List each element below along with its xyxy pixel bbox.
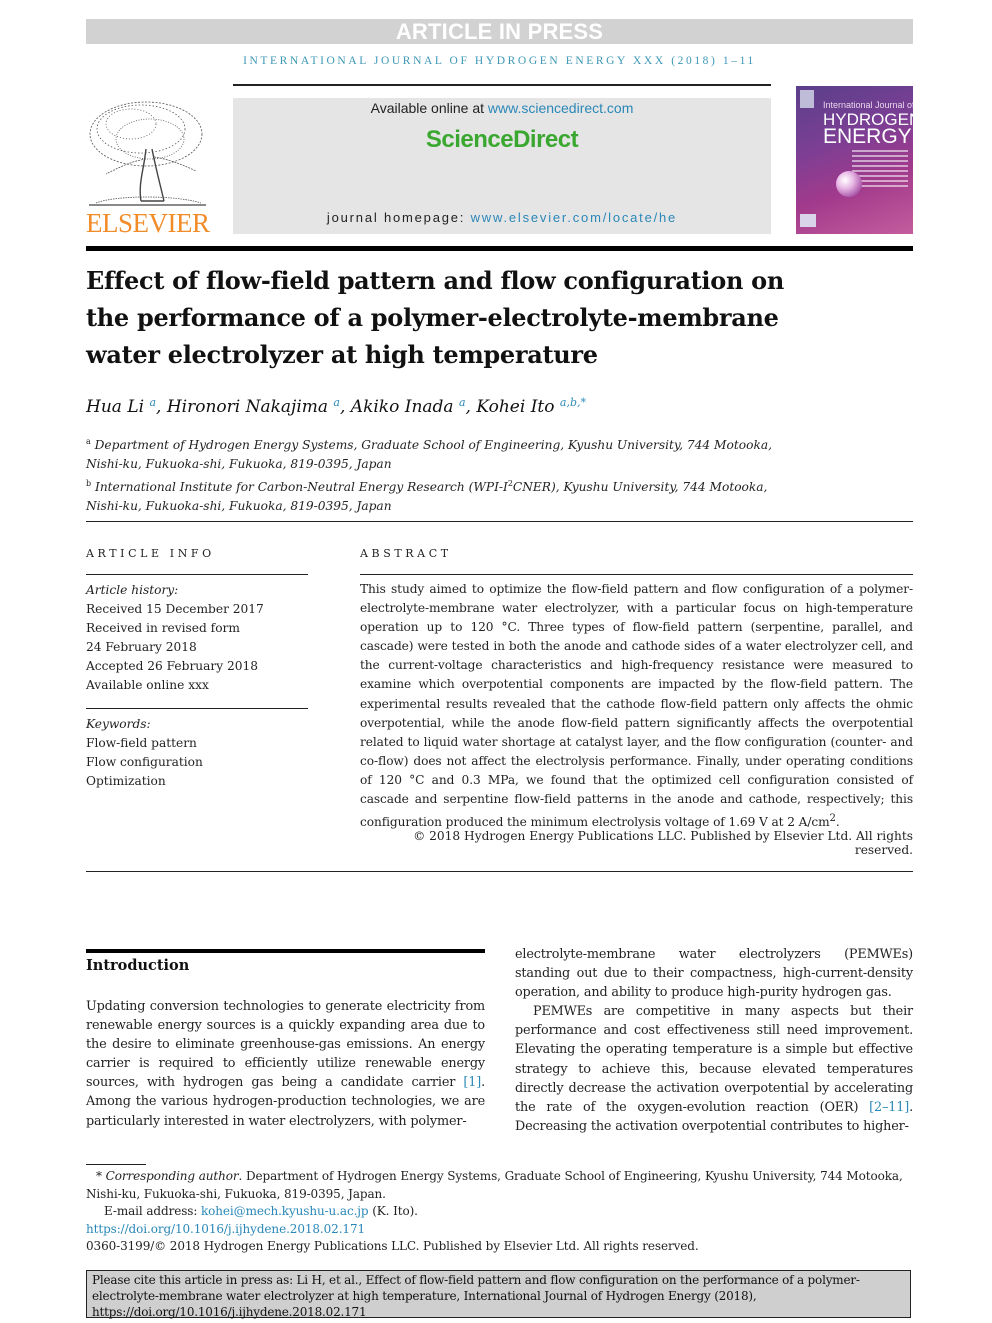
keyword-item[interactable]: Flow-field pattern	[86, 734, 203, 753]
author-list: Hua Li a, Hironori Nakajima a, Akiko Ina…	[86, 396, 586, 417]
corresponding-author-note: * Corresponding author. Department of Hy…	[86, 1168, 913, 1203]
reference-link[interactable]: [2–11]	[869, 1100, 909, 1115]
author-name[interactable]: Hironori Nakajima	[167, 397, 328, 417]
email-suffix: (K. Ito).	[368, 1204, 418, 1218]
intro-right-column: electrolyte-membrane water electrolyzers…	[515, 945, 913, 1136]
introduction-rule	[86, 949, 485, 953]
affiliation-divider	[86, 521, 913, 522]
elsevier-tree-icon	[89, 101, 206, 206]
corresponding-label: * Corresponding author	[96, 1169, 239, 1183]
cover-logo-icon	[800, 90, 814, 108]
article-in-press-banner: ARTICLE IN PRESS	[86, 19, 913, 44]
intro-left-column: Updating conversion technologies to gene…	[86, 997, 485, 1131]
history-item: Available online xxx	[86, 678, 209, 692]
history-label: Article history:	[86, 583, 179, 597]
homepage-label: journal homepage:	[326, 210, 471, 225]
abstract-rule	[360, 574, 913, 575]
keywords-label: Keywords:	[86, 717, 151, 731]
abstract-body: This study aimed to optimize the flow-fi…	[360, 582, 913, 830]
email-link[interactable]: kohei@mech.kyushu-u.ac.jp	[201, 1204, 369, 1218]
body-text: PEMWEs are competitive in many aspects b…	[515, 1004, 913, 1115]
journal-cover-image[interactable]: International Journal of HYDROGEN ENERGY	[796, 86, 913, 234]
author-affiliation-marker[interactable]: a	[149, 396, 156, 409]
affiliation-b: b International Institute for Carbon-Neu…	[86, 474, 786, 516]
author-affiliation-marker[interactable]: a,b,*	[560, 396, 586, 409]
affiliations: a Department of Hydrogen Energy Systems,…	[86, 432, 786, 516]
journal-running-header: INTERNATIONAL JOURNAL OF HYDROGEN ENERGY…	[243, 55, 756, 67]
doi-link[interactable]: https://doi.org/10.1016/j.ijhydene.2018.…	[86, 1222, 365, 1236]
keyword-item[interactable]: Optimization	[86, 772, 203, 791]
keyword-item[interactable]: Flow configuration	[86, 753, 203, 772]
affiliation-text: Department of Hydrogen Energy Systems, G…	[86, 438, 772, 472]
elsevier-wordmark: ELSEVIER	[86, 208, 210, 238]
email-line: E-mail address: kohei@mech.kyushu-u.ac.j…	[86, 1203, 913, 1221]
cover-title-energy: ENERGY	[823, 125, 912, 148]
article-history: Article history: Received 15 December 20…	[86, 581, 264, 695]
abstract-copyright: © 2018 Hydrogen Energy Publications LLC.…	[413, 829, 913, 857]
keywords-rule	[86, 708, 308, 709]
sciencedirect-link[interactable]: www.sciencedirect.com	[488, 100, 634, 116]
available-online: Available online at www.sciencedirect.co…	[233, 100, 771, 116]
header-thick-rule	[86, 246, 913, 251]
sciencedirect-logo[interactable]: ScienceDirect	[233, 126, 771, 154]
body-text: Updating conversion technologies to gene…	[86, 999, 485, 1091]
footnote-rule	[86, 1164, 146, 1165]
available-online-label: Available online at	[370, 100, 488, 116]
abstract-bottom-rule	[86, 871, 913, 872]
history-item: Received 15 December 2017	[86, 602, 264, 616]
affiliation-marker: b	[86, 479, 92, 489]
introduction-heading: Introduction	[86, 957, 190, 974]
history-item: Received in revised form	[86, 621, 240, 635]
footnotes: * Corresponding author. Department of Hy…	[86, 1168, 913, 1256]
article-title: Effect of flow-field pattern and flow co…	[86, 266, 785, 369]
author-affiliation-marker[interactable]: a	[459, 396, 466, 409]
article-info-rule	[86, 574, 308, 575]
sciencedirect-box: Available online at www.sciencedirect.co…	[233, 98, 771, 234]
elsevier-logo[interactable]: ELSEVIER	[86, 99, 210, 238]
affiliation-text: International Institute for Carbon-Neutr…	[95, 480, 508, 495]
affiliation-marker: a	[86, 437, 91, 446]
cover-orb-graphic	[836, 171, 862, 197]
email-label: E-mail address:	[104, 1204, 201, 1218]
author-name[interactable]: Hua Li	[86, 397, 144, 417]
cover-subtitle: International Journal of	[823, 100, 913, 110]
journal-homepage: journal homepage: www.elsevier.com/locat…	[233, 210, 771, 225]
body-paragraph: PEMWEs are competitive in many aspects b…	[515, 1002, 913, 1136]
abstract-end: .	[835, 815, 840, 830]
journal-homepage-link[interactable]: www.elsevier.com/locate/he	[471, 210, 677, 225]
history-item: 24 February 2018	[86, 640, 197, 654]
article-info-heading: ARTICLE INFO	[86, 547, 215, 560]
history-item: Accepted 26 February 2018	[86, 659, 258, 673]
abstract-text: This study aimed to optimize the flow-fi…	[360, 580, 913, 832]
keywords: Keywords: Flow-field pattern Flow config…	[86, 715, 203, 791]
author-name[interactable]: Akiko Inada	[351, 397, 454, 417]
reference-link[interactable]: [1]	[463, 1075, 481, 1090]
issn-copyright: 0360-3199/© 2018 Hydrogen Energy Publica…	[86, 1239, 699, 1253]
author-name[interactable]: Kohei Ito	[476, 397, 554, 417]
abstract-heading: ABSTRACT	[360, 547, 452, 560]
author-affiliation-marker[interactable]: a	[333, 396, 340, 409]
affiliation-a: a Department of Hydrogen Energy Systems,…	[86, 432, 786, 474]
cover-publisher-icon	[800, 214, 816, 227]
body-paragraph: electrolyte-membrane water electrolyzers…	[515, 947, 913, 1001]
header-top-rule	[233, 84, 771, 86]
citation-box: Please cite this article in press as: Li…	[86, 1270, 911, 1319]
